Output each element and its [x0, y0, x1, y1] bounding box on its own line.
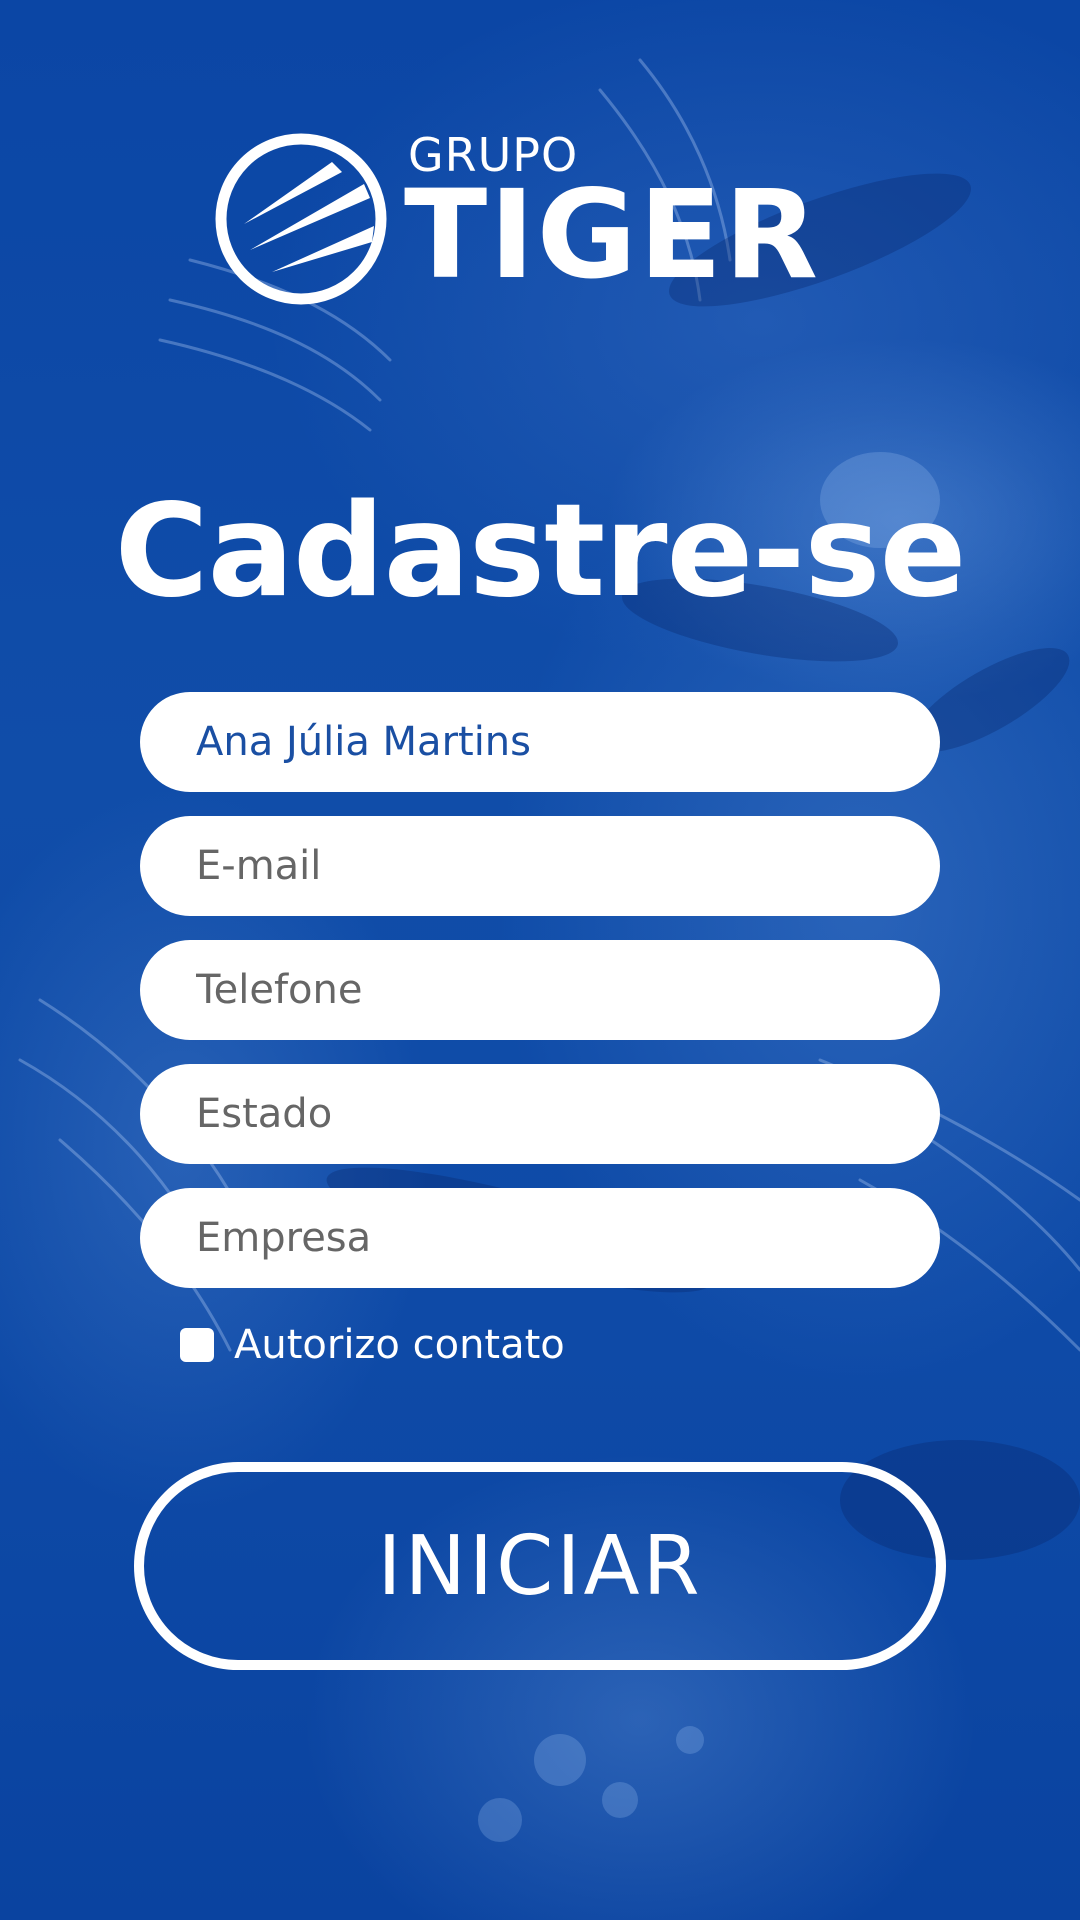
start-button[interactable]: INICIAR — [134, 1462, 946, 1670]
company-input[interactable] — [196, 1215, 884, 1261]
page-title: Cadastre-se — [114, 477, 967, 626]
state-field-container — [140, 1064, 940, 1164]
phone-field-container — [140, 940, 940, 1040]
name-input[interactable] — [196, 719, 884, 765]
email-input[interactable] — [196, 843, 884, 889]
name-field-container — [140, 692, 940, 792]
company-field-container — [140, 1188, 940, 1288]
signup-screen: GRUPO TIGER Cadastre-se Autorizo contato… — [0, 0, 1080, 1920]
phone-input[interactable] — [196, 967, 884, 1013]
state-input[interactable] — [196, 1091, 884, 1137]
brand-name-text: TIGER — [404, 164, 821, 306]
consent-label: Autorizo contato — [234, 1322, 565, 1368]
email-field-container — [140, 816, 940, 916]
consent-checkbox[interactable] — [180, 1328, 214, 1362]
brand-logo: GRUPO TIGER — [214, 128, 874, 308]
tiger-stripes-emblem-icon — [215, 133, 387, 305]
consent-row[interactable]: Autorizo contato — [180, 1320, 565, 1370]
